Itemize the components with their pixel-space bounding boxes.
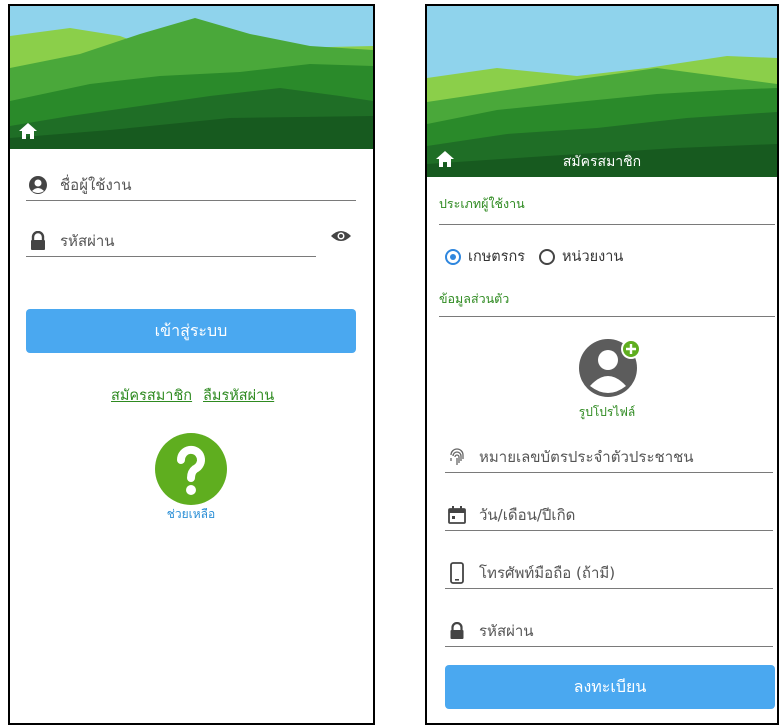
- username-field[interactable]: ชื่อผู้ใช้งาน: [26, 170, 356, 201]
- login-button[interactable]: เข้าสู่ระบบ: [26, 309, 356, 353]
- id-card-placeholder: หมายเลขบัตรประจำตัวประชาชน: [479, 448, 694, 466]
- help-icon[interactable]: [155, 433, 227, 505]
- personal-info-label: ข้อมูลส่วนตัว: [439, 291, 510, 306]
- eye-icon[interactable]: [330, 228, 352, 244]
- radio-selected-icon: [445, 248, 461, 265]
- radio-unselected-icon: [539, 248, 555, 265]
- profile-label[interactable]: รูปโปรไฟล์: [562, 403, 652, 422]
- divider: [439, 224, 775, 225]
- lock-icon: [445, 620, 469, 642]
- lock-icon: [26, 230, 50, 252]
- id-card-field[interactable]: หมายเลขบัตรประจำตัวประชาชน: [445, 442, 773, 473]
- password-placeholder: รหัสผ่าน: [479, 622, 534, 640]
- phone-placeholder: โทรศัพท์มือถือ (ถ้ามี): [479, 564, 616, 582]
- phone-field[interactable]: โทรศัพท์มือถือ (ถ้ามี): [445, 558, 773, 589]
- radio-agency-label: หน่วยงาน: [562, 249, 624, 265]
- login-screen: ชื่อผู้ใช้งาน รหัสผ่าน เข้าสู่ระบบ สมัคร…: [8, 4, 375, 725]
- mountain-banner: [10, 6, 373, 149]
- radio-agency[interactable]: หน่วยงาน: [539, 245, 623, 268]
- calendar-icon: [445, 504, 469, 526]
- help-label[interactable]: ช่วยเหลือ: [156, 505, 226, 524]
- fingerprint-icon: [445, 446, 469, 468]
- page-title: สมัครสมาชิก: [562, 154, 642, 170]
- username-placeholder: ชื่อผู้ใช้งาน: [60, 176, 132, 194]
- radio-farmer[interactable]: เกษตรกร: [445, 245, 525, 268]
- home-icon[interactable]: [435, 149, 455, 169]
- password-field[interactable]: รหัสผ่าน: [26, 226, 316, 257]
- birthdate-field[interactable]: วัน/เดือน/ปีเกิด: [445, 500, 773, 531]
- home-icon[interactable]: [18, 121, 38, 141]
- phone-icon: [445, 562, 469, 584]
- add-avatar-icon[interactable]: [577, 338, 643, 398]
- radio-farmer-label: เกษตรกร: [468, 249, 526, 265]
- password-field[interactable]: รหัสผ่าน: [445, 616, 773, 647]
- birthdate-placeholder: วัน/เดือน/ปีเกิด: [479, 506, 576, 524]
- forgot-password-link[interactable]: ลืมรหัสผ่าน: [203, 384, 274, 407]
- register-link[interactable]: สมัครสมาชิก: [111, 384, 192, 407]
- password-placeholder: รหัสผ่าน: [60, 232, 115, 250]
- register-screen: สมัครสมาชิก ประเภทผู้ใช้งาน เกษตรกร หน่ว…: [425, 4, 779, 725]
- divider: [439, 316, 775, 317]
- user-type-label: ประเภทผู้ใช้งาน: [439, 196, 525, 211]
- user-circle-icon: [26, 174, 50, 196]
- register-submit-button[interactable]: ลงทะเบียน: [445, 665, 775, 709]
